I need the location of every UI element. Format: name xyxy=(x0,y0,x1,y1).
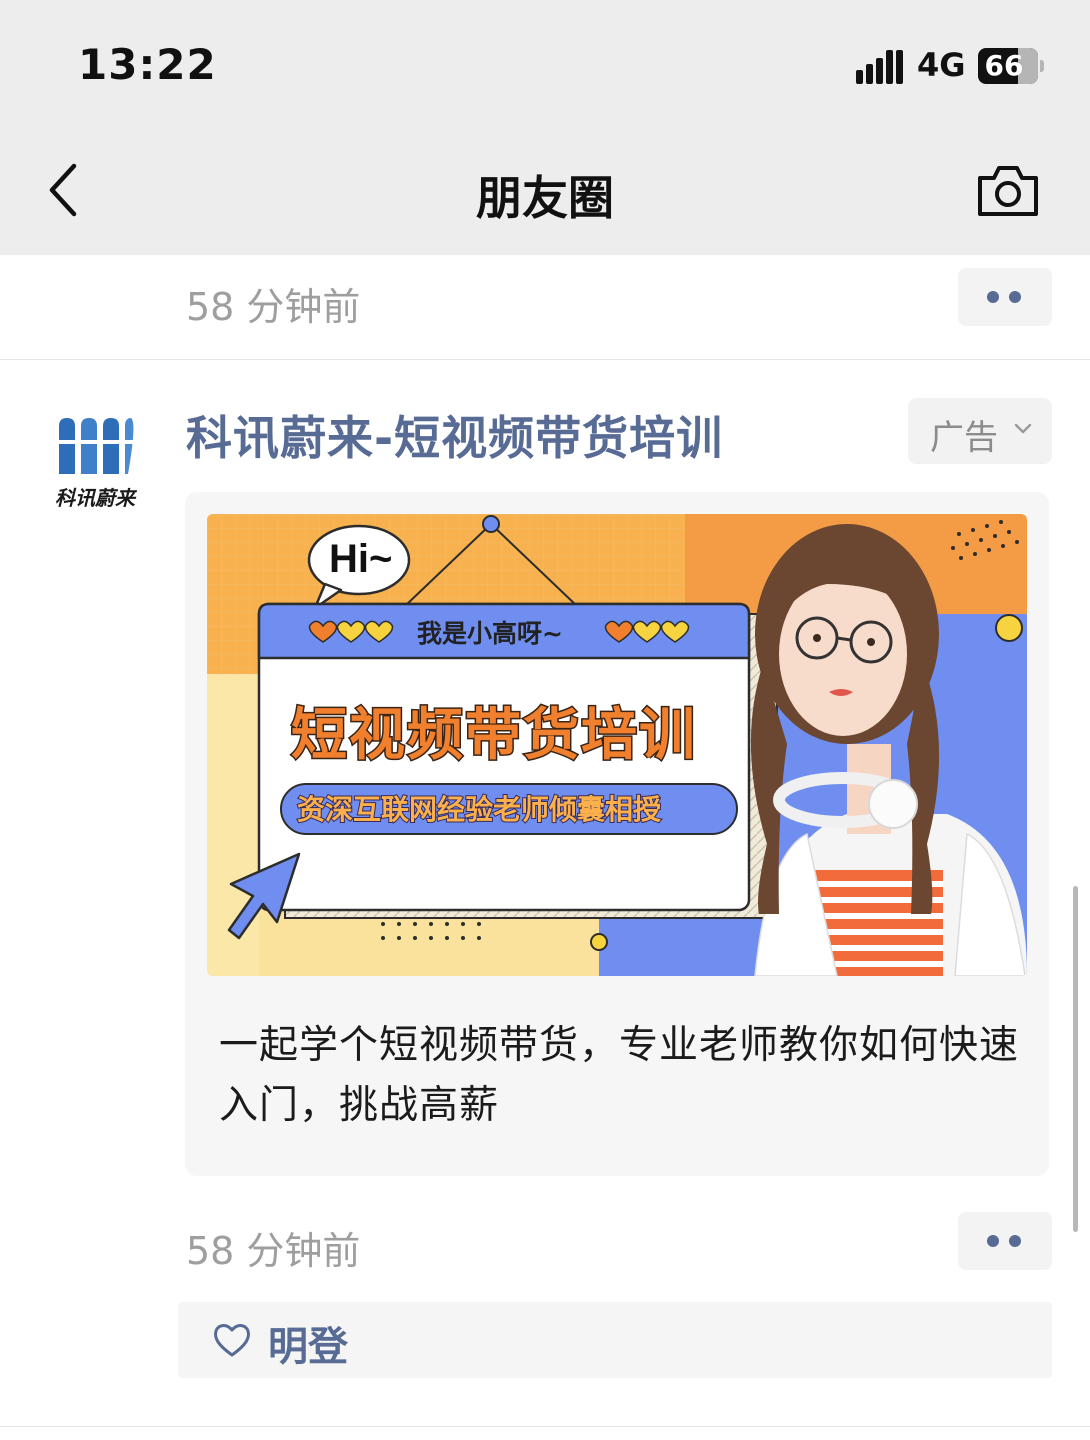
avatar-label: 科讯蔚来 xyxy=(55,486,135,510)
ad-post-time: 58 分钟前 xyxy=(186,1229,361,1273)
heart-icon xyxy=(214,1324,250,1357)
advertiser-name[interactable]: 科讯蔚来-短视频带货培训 xyxy=(186,402,723,468)
ad-banner-image[interactable]: Hi~ 我是小高呀~ 短视频带货培训 资深互联网经验老师倾囊相授 xyxy=(207,514,1027,976)
banner-greeting: Hi~ xyxy=(329,537,392,581)
more-button[interactable] xyxy=(958,268,1052,326)
post-time: 58 分钟前 xyxy=(186,285,361,329)
scrollbar[interactable] xyxy=(1073,886,1078,1232)
likes-bar: 明登 xyxy=(178,1302,1052,1378)
banner-headline: 短视频带货培训 xyxy=(291,703,697,768)
battery-icon: 66 xyxy=(978,48,1044,84)
battery-level: 66 xyxy=(984,49,1024,82)
top-bar: 13:22 4G 66 朋友圈 xyxy=(0,0,1090,255)
advertiser-avatar[interactable]: 科讯蔚来 xyxy=(40,410,150,510)
more-dots-icon xyxy=(987,1235,999,1247)
liker-name[interactable]: 明登 xyxy=(268,1314,348,1372)
ad-description: 一起学个短视频带货，专业老师教你如何快速入门，挑战高薪 xyxy=(219,1023,1020,1128)
logo-icon xyxy=(59,418,137,474)
camera-icon xyxy=(978,166,1038,216)
banner-host-name: 我是小高呀~ xyxy=(417,619,563,648)
signal-icon xyxy=(856,50,904,84)
status-time: 13:22 xyxy=(78,40,217,89)
page-title: 朋友圈 xyxy=(476,171,614,225)
divider xyxy=(0,1426,1090,1427)
network-type: 4G xyxy=(917,46,966,84)
camera-button[interactable] xyxy=(976,162,1040,218)
ad-card[interactable]: Hi~ 我是小高呀~ 短视频带货培训 资深互联网经验老师倾囊相授 一起学个短视频… xyxy=(185,492,1049,1176)
divider xyxy=(0,359,1090,360)
ad-more-button[interactable] xyxy=(958,1212,1052,1270)
more-dots-icon xyxy=(987,291,999,303)
ad-label-button[interactable]: 广告 xyxy=(908,398,1052,464)
banner-subline: 资深互联网经验老师倾囊相授 xyxy=(297,793,661,826)
ad-label: 广告 xyxy=(930,418,998,458)
chevron-down-icon xyxy=(1014,423,1032,434)
